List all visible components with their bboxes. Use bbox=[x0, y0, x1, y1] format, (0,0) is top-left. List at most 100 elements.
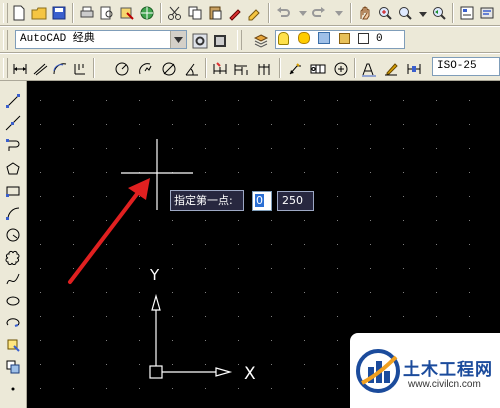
coordinate-x-input[interactable]: 0 bbox=[252, 191, 272, 211]
grid-dot bbox=[40, 292, 41, 293]
grid-dot bbox=[271, 148, 272, 149]
grid-dot bbox=[205, 340, 206, 341]
grid-dot bbox=[271, 100, 272, 101]
grid-dot bbox=[205, 292, 206, 293]
grid-dot bbox=[106, 100, 107, 101]
grid-dot bbox=[40, 196, 41, 197]
grid-dot bbox=[106, 316, 107, 317]
coordinate-x-value: 0 bbox=[255, 194, 264, 207]
grid-dot bbox=[172, 388, 173, 389]
grid-dot bbox=[403, 148, 404, 149]
grid-dot bbox=[238, 172, 239, 173]
grid-dot bbox=[469, 172, 470, 173]
ucs-icon bbox=[149, 293, 233, 379]
grid-dot bbox=[40, 220, 41, 221]
grid-dot bbox=[238, 100, 239, 101]
grid-dot bbox=[73, 340, 74, 341]
grid-dot bbox=[337, 172, 338, 173]
grid-dot bbox=[304, 148, 305, 149]
grid-dot bbox=[139, 340, 140, 341]
grid-dot bbox=[73, 268, 74, 269]
grid-dot bbox=[436, 148, 437, 149]
grid-dot bbox=[205, 124, 206, 125]
grid-dot bbox=[337, 100, 338, 101]
watermark-title: 土木工程网 bbox=[403, 360, 493, 380]
grid-dot bbox=[106, 268, 107, 269]
grid-dot bbox=[205, 364, 206, 365]
grid-dot bbox=[106, 148, 107, 149]
grid-dot bbox=[370, 196, 371, 197]
grid-dot bbox=[304, 292, 305, 293]
grid-dot bbox=[436, 292, 437, 293]
grid-dot bbox=[106, 244, 107, 245]
grid-dot bbox=[172, 268, 173, 269]
grid-dot bbox=[304, 388, 305, 389]
grid-dot bbox=[271, 244, 272, 245]
grid-dot bbox=[238, 340, 239, 341]
grid-dot bbox=[337, 388, 338, 389]
grid-dot bbox=[370, 148, 371, 149]
coordinate-y-input[interactable]: 250 bbox=[277, 191, 314, 211]
grid-dot bbox=[304, 220, 305, 221]
grid-dot bbox=[436, 172, 437, 173]
grid-dot bbox=[139, 196, 140, 197]
grid-dot bbox=[139, 316, 140, 317]
grid-dot bbox=[73, 364, 74, 365]
grid-dot bbox=[172, 340, 173, 341]
grid-dot bbox=[40, 364, 41, 365]
grid-dot bbox=[172, 244, 173, 245]
grid-dot bbox=[403, 268, 404, 269]
grid-dot bbox=[73, 100, 74, 101]
grid-dot bbox=[73, 220, 74, 221]
grid-dot bbox=[436, 196, 437, 197]
coordinate-y-value: 250 bbox=[282, 194, 303, 207]
grid-dot bbox=[40, 100, 41, 101]
grid-dot bbox=[436, 220, 437, 221]
annotation-arrow bbox=[68, 178, 150, 284]
grid-dot bbox=[271, 340, 272, 341]
grid-dot bbox=[370, 268, 371, 269]
grid-dot bbox=[106, 220, 107, 221]
grid-dot bbox=[403, 220, 404, 221]
grid-dot bbox=[304, 268, 305, 269]
watermark-url: www.civilcn.com bbox=[408, 379, 481, 390]
grid-dot bbox=[40, 244, 41, 245]
grid-dot bbox=[337, 364, 338, 365]
grid-dot bbox=[238, 292, 239, 293]
grid-dot bbox=[139, 124, 140, 125]
grid-dot bbox=[436, 316, 437, 317]
grid-dot bbox=[73, 388, 74, 389]
grid-dot bbox=[370, 316, 371, 317]
grid-dot bbox=[172, 148, 173, 149]
grid-dot bbox=[304, 124, 305, 125]
grid-dot bbox=[337, 196, 338, 197]
grid-dot bbox=[172, 316, 173, 317]
grid-dot bbox=[73, 148, 74, 149]
grid-dot bbox=[40, 340, 41, 341]
grid-dot bbox=[304, 364, 305, 365]
watermark: 土木工程网 www.civilcn.com bbox=[350, 333, 500, 408]
grid-dot bbox=[73, 316, 74, 317]
grid-dot bbox=[139, 292, 140, 293]
grid-dot bbox=[403, 316, 404, 317]
grid-dot bbox=[40, 388, 41, 389]
grid-dot bbox=[304, 172, 305, 173]
grid-dot bbox=[271, 172, 272, 173]
grid-dot bbox=[139, 364, 140, 365]
grid-dot bbox=[172, 124, 173, 125]
grid-dot bbox=[304, 244, 305, 245]
grid-dot bbox=[106, 196, 107, 197]
grid-dot bbox=[304, 100, 305, 101]
grid-dot bbox=[337, 244, 338, 245]
grid-dot bbox=[40, 268, 41, 269]
grid-dot bbox=[205, 220, 206, 221]
grid-dot bbox=[271, 364, 272, 365]
grid-dot bbox=[337, 340, 338, 341]
grid-dot bbox=[238, 244, 239, 245]
grid-dot bbox=[304, 316, 305, 317]
grid-dot bbox=[469, 244, 470, 245]
grid-dot bbox=[238, 124, 239, 125]
grid-dot bbox=[139, 268, 140, 269]
grid-dot bbox=[172, 100, 173, 101]
grid-dot bbox=[469, 292, 470, 293]
